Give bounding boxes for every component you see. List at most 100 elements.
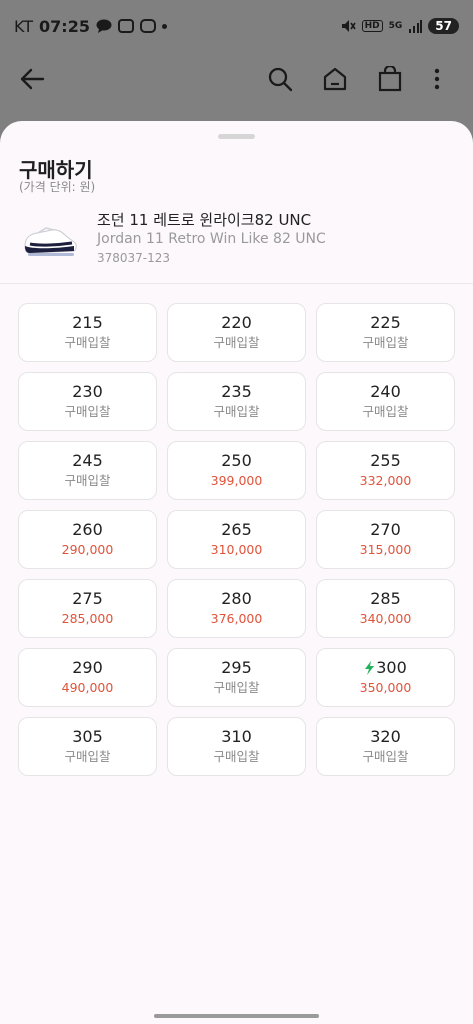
size-row: 235 <box>221 382 252 402</box>
size-row: 320 <box>370 727 401 747</box>
size-option-button[interactable]: 305 구매입찰 <box>18 717 157 776</box>
size-option-button[interactable]: 300 350,000 <box>316 648 455 707</box>
size-label: 290 <box>72 658 103 677</box>
battery-indicator: 57 <box>428 18 459 34</box>
product-name-english: Jordan 11 Retro Win Like 82 UNC <box>97 231 326 247</box>
carrier-label: KT <box>14 16 34 36</box>
size-row: 300 <box>364 658 407 678</box>
product-thumbnail <box>24 227 77 256</box>
size-row: 260 <box>72 520 103 540</box>
app-bar <box>0 52 473 106</box>
price-unit-note: (가격 단위: 원) <box>19 180 96 194</box>
bid-label: 구매입찰 <box>362 404 409 419</box>
bid-label: 구매입찰 <box>362 335 409 350</box>
back-arrow-icon <box>20 68 45 90</box>
size-option-button[interactable]: 240 구매입찰 <box>316 372 455 431</box>
product-model-code: 378037-123 <box>97 251 171 265</box>
size-row: 230 <box>72 382 103 402</box>
size-row: 250 <box>221 451 252 471</box>
size-row: 290 <box>72 658 103 678</box>
size-option-button[interactable]: 280 376,000 <box>167 579 306 638</box>
size-option-button[interactable]: 270 315,000 <box>316 510 455 569</box>
size-price: 350,000 <box>359 680 412 695</box>
sheet-drag-handle[interactable] <box>218 134 255 139</box>
size-option-button[interactable]: 250 399,000 <box>167 441 306 500</box>
more-button[interactable] <box>417 59 457 99</box>
status-bar: KT 07:25 HD 5G 57 <box>0 0 473 52</box>
size-row: 275 <box>72 589 103 609</box>
purchase-bottom-sheet: 구매하기 (가격 단위: 원) 조던 11 레트로 윈라이크82 UNC Jor… <box>0 121 473 1024</box>
bid-label: 구매입찰 <box>64 404 111 419</box>
size-option-button[interactable]: 225 구매입찰 <box>316 303 455 362</box>
size-option-button[interactable]: 320 구매입찰 <box>316 717 455 776</box>
back-button[interactable] <box>16 63 48 95</box>
size-row: 295 <box>221 658 252 678</box>
bid-label: 구매입찰 <box>64 749 111 764</box>
size-label: 255 <box>370 451 401 470</box>
size-price: 310,000 <box>210 542 263 557</box>
size-label: 230 <box>72 382 103 401</box>
home-indicator[interactable] <box>154 1014 319 1018</box>
size-option-button[interactable]: 215 구매입찰 <box>18 303 157 362</box>
bid-label: 구매입찰 <box>213 749 260 764</box>
size-option-button[interactable]: 295 구매입찰 <box>167 648 306 707</box>
bid-label: 구매입찰 <box>213 335 260 350</box>
more-vertical-icon <box>434 68 440 90</box>
network-type-label: 5G <box>388 21 403 31</box>
size-option-button[interactable]: 265 310,000 <box>167 510 306 569</box>
size-option-button[interactable]: 310 구매입찰 <box>167 717 306 776</box>
more-notifications-icon <box>161 23 167 29</box>
shop-button[interactable] <box>362 59 417 99</box>
size-label: 280 <box>221 589 252 608</box>
size-label: 265 <box>221 520 252 539</box>
product-summary: 조던 11 레트로 윈라이크82 UNC Jordan 11 Retro Win… <box>0 204 473 284</box>
size-option-button[interactable]: 230 구매입찰 <box>18 372 157 431</box>
shopping-bag-icon <box>378 66 401 92</box>
divider <box>0 283 473 284</box>
size-label: 295 <box>221 658 252 677</box>
size-price: 340,000 <box>359 611 412 626</box>
size-option-button[interactable]: 290 490,000 <box>18 648 157 707</box>
instagram-icon <box>139 19 156 33</box>
size-row: 245 <box>72 451 103 471</box>
size-option-button[interactable]: 275 285,000 <box>18 579 157 638</box>
size-option-grid: 215 구매입찰 220 구매입찰 225 구매입찰 230 구매입찰 235 구매입찰 240 구매… <box>18 303 455 776</box>
bid-label: 구매입찰 <box>64 473 111 488</box>
size-price: 315,000 <box>359 542 412 557</box>
size-row: 285 <box>370 589 401 609</box>
size-option-button[interactable]: 235 구매입찰 <box>167 372 306 431</box>
size-price: 376,000 <box>210 611 263 626</box>
fast-delivery-bolt-icon <box>365 661 375 675</box>
size-option-button[interactable]: 245 구매입찰 <box>18 441 157 500</box>
size-option-button[interactable]: 255 332,000 <box>316 441 455 500</box>
chat-notification-icon <box>96 19 112 33</box>
screen-record-icon <box>117 19 134 33</box>
size-label: 310 <box>221 727 252 746</box>
size-price: 490,000 <box>61 680 114 695</box>
bid-label: 구매입찰 <box>213 680 260 695</box>
size-label: 245 <box>72 451 103 470</box>
size-row: 225 <box>370 313 401 333</box>
size-label: 285 <box>370 589 401 608</box>
size-option-button[interactable]: 220 구매입찰 <box>167 303 306 362</box>
bid-label: 구매입찰 <box>362 749 409 764</box>
bid-label: 구매입찰 <box>64 335 111 350</box>
size-row: 280 <box>221 589 252 609</box>
size-option-button[interactable]: 285 340,000 <box>316 579 455 638</box>
size-label: 320 <box>370 727 401 746</box>
bid-label: 구매입찰 <box>213 404 260 419</box>
size-label: 300 <box>376 658 407 677</box>
size-row: 305 <box>72 727 103 747</box>
home-icon <box>323 67 346 91</box>
size-row: 255 <box>370 451 401 471</box>
size-row: 270 <box>370 520 401 540</box>
size-label: 260 <box>72 520 103 539</box>
size-label: 220 <box>221 313 252 332</box>
size-label: 305 <box>72 727 103 746</box>
size-option-button[interactable]: 260 290,000 <box>18 510 157 569</box>
size-price: 290,000 <box>61 542 114 557</box>
size-row: 215 <box>72 313 103 333</box>
size-price: 399,000 <box>210 473 263 488</box>
home-button[interactable] <box>307 59 362 99</box>
search-button[interactable] <box>252 59 307 99</box>
